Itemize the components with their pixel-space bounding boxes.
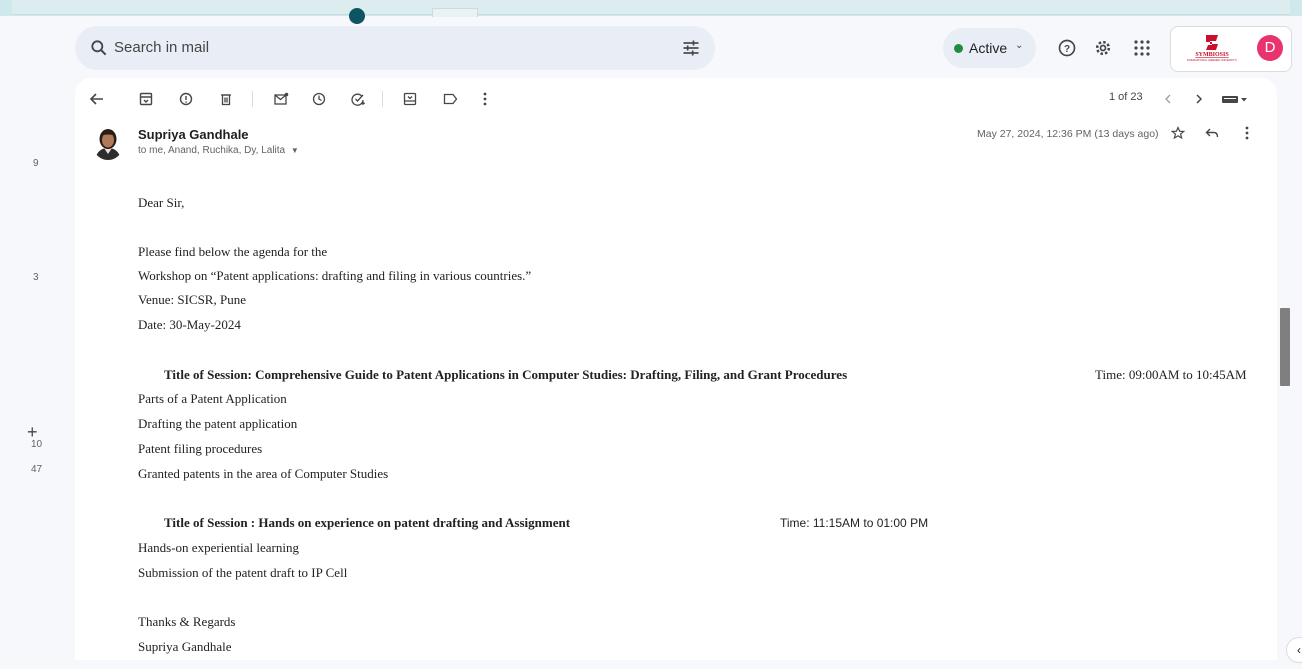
session-2-time: Time: 11:15AM to 01:00 PM (780, 516, 929, 530)
svg-text:SYMBIOSIS: SYMBIOSIS (1195, 52, 1229, 58)
session-1-time: Time: 09:00AM to 10:45AM (1095, 367, 1247, 382)
scrollbar-thumb[interactable] (1280, 308, 1290, 386)
left-navigation-gutter: 9 3 + 10 47 (0, 80, 75, 669)
recipients-list: to me, Anand, Ruchika, Dy, Lalita (138, 145, 286, 156)
apps-grid-icon[interactable] (1131, 37, 1153, 59)
add-to-tasks-icon[interactable] (347, 88, 369, 110)
toolbar-divider (382, 91, 383, 107)
intro-line: Please find below the agenda for the (138, 244, 328, 259)
session-1-item: Granted patents in the area of Computer … (138, 466, 389, 481)
browser-tab[interactable] (432, 8, 478, 17)
report-spam-icon[interactable] (175, 88, 197, 110)
chevron-down-icon: ⌄ (1015, 40, 1024, 51)
more-vert-icon[interactable] (1245, 126, 1249, 145)
search-options-icon[interactable] (681, 38, 701, 63)
message-date: May 27, 2024, 12:36 PM (13 days ago) (977, 128, 1159, 140)
gear-icon[interactable] (1092, 37, 1114, 59)
signature-name: Supriya Gandhale (138, 639, 232, 654)
status-dot-icon (954, 44, 963, 53)
message-panel: 1 of 23 Supriya Gandhale to me, Anand, R… (75, 78, 1277, 660)
chevron-left-icon[interactable] (1157, 88, 1179, 110)
delete-icon[interactable] (215, 88, 237, 110)
search-bar[interactable]: Search in mail (75, 26, 715, 70)
reply-icon[interactable] (1205, 126, 1219, 145)
status-dropdown[interactable]: Active ⌄ (943, 28, 1036, 68)
chevron-right-icon[interactable] (1188, 88, 1210, 110)
snooze-clock-icon[interactable] (308, 88, 330, 110)
archive-icon[interactable] (135, 88, 157, 110)
browser-tab-strip (0, 0, 1302, 24)
session-2-item: Hands-on experiential learning (138, 540, 299, 555)
session-1-item: Parts of a Patent Application (138, 391, 287, 406)
more-vert-icon[interactable] (474, 88, 496, 110)
pagination-count: 1 of 23 (1109, 91, 1143, 103)
svg-text:?: ? (1064, 44, 1070, 55)
back-arrow-icon[interactable] (86, 88, 108, 110)
sender-name[interactable]: Supriya Gandhale (138, 127, 249, 142)
session-1-item: Patent filing procedures (138, 441, 263, 456)
status-label: Active (969, 40, 1008, 56)
chevron-left-icon: ‹ (1297, 643, 1301, 657)
recipients-summary[interactable]: to me, Anand, Ruchika, Dy, Lalita ▼ (138, 145, 299, 156)
session-1-item: Drafting the patent application (138, 416, 298, 431)
nav-count[interactable]: 47 (31, 464, 42, 475)
session-2-item: Submission of the patent draft to IP Cel… (138, 565, 348, 580)
help-icon[interactable]: ? (1056, 37, 1078, 59)
venue: Venue: SICSR, Pune (138, 292, 246, 307)
move-to-icon[interactable] (399, 88, 421, 110)
search-input[interactable]: Search in mail (114, 39, 209, 56)
session-1-title: Title of Session: Comprehensive Guide to… (164, 367, 848, 382)
toolbar-divider (252, 91, 253, 107)
symbiosis-logo: SYMBIOSIS INTERNATIONAL (DEEMED UNIVERSI… (1187, 35, 1237, 62)
nav-count[interactable]: 9 (33, 158, 39, 169)
search-icon[interactable] (89, 38, 109, 63)
closing: Thanks & Regards (138, 614, 236, 629)
star-icon[interactable] (1170, 125, 1186, 145)
nav-count[interactable]: 10 (31, 439, 42, 450)
caret-down-icon[interactable]: ▼ (291, 146, 299, 155)
sender-avatar[interactable] (92, 126, 124, 160)
event-date: Date: 30-May-2024 (138, 317, 241, 332)
nav-count[interactable]: 3 (33, 272, 39, 283)
svg-text:INTERNATIONAL (DEEMED UNIVERSI: INTERNATIONAL (DEEMED UNIVERSITY) (1187, 58, 1237, 62)
session-2-title: Title of Session : Hands on experience o… (164, 515, 571, 530)
mark-unread-icon[interactable] (270, 88, 292, 110)
label-icon[interactable] (439, 88, 461, 110)
workshop-title: Workshop on “Patent applications: drafti… (138, 268, 532, 283)
browser-tab-icon[interactable] (349, 8, 365, 24)
tab-bar (12, 0, 1290, 15)
greeting: Dear Sir, (138, 195, 185, 210)
input-tools-keyboard-icon[interactable] (1216, 88, 1256, 110)
account-avatar[interactable]: D (1257, 35, 1283, 61)
